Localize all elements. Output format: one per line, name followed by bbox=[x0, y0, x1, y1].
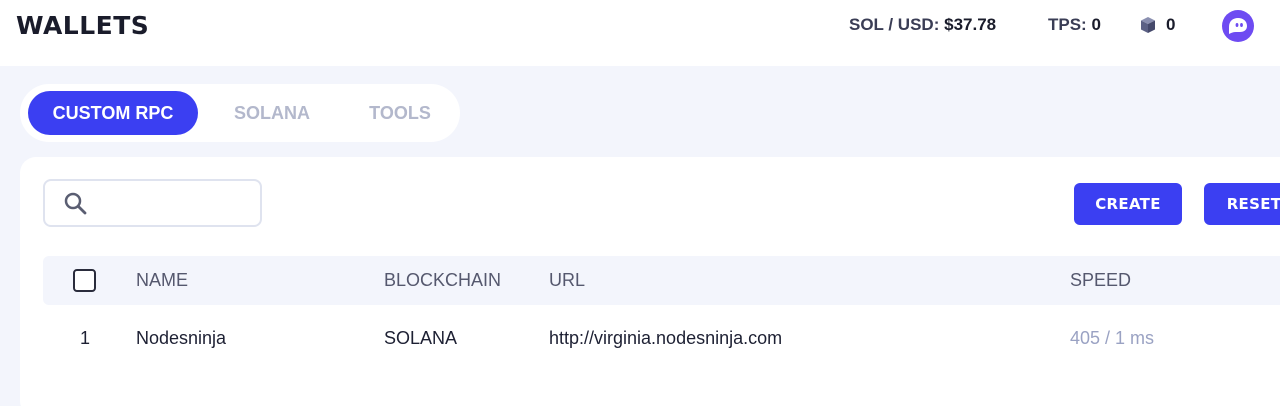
search-icon bbox=[64, 192, 87, 215]
price-label: SOL / USD: bbox=[849, 15, 940, 34]
block-value: 0 bbox=[1166, 15, 1176, 34]
column-header-speed[interactable]: SPEED bbox=[1070, 270, 1131, 291]
block-stat: 0 bbox=[1139, 15, 1175, 35]
row-name: Nodesninja bbox=[136, 328, 227, 348]
select-all-checkbox[interactable] bbox=[73, 269, 96, 292]
tps-label: TPS: bbox=[1048, 15, 1087, 34]
user-avatar[interactable] bbox=[1222, 10, 1254, 42]
row-url: http://virginia.nodesninja.com bbox=[549, 328, 783, 348]
search-box[interactable] bbox=[43, 179, 262, 227]
row-speed: 405 / 1 ms bbox=[1070, 328, 1155, 348]
cube-icon bbox=[1141, 17, 1155, 33]
search-input[interactable] bbox=[97, 194, 247, 212]
ghost-avatar-icon bbox=[1229, 18, 1247, 34]
create-button[interactable]: CREATE bbox=[1074, 183, 1182, 225]
tab-tools[interactable]: TOOLS bbox=[350, 91, 450, 135]
tab-custom-rpc[interactable]: CUSTOM RPC bbox=[28, 91, 198, 135]
column-header-blockchain[interactable]: BLOCKCHAIN bbox=[384, 270, 501, 291]
column-header-name[interactable]: NAME bbox=[136, 270, 188, 291]
row-index: 1 bbox=[80, 328, 91, 348]
sol-usd-price: SOL / USD: $37.78 bbox=[849, 15, 996, 35]
price-value: $37.78 bbox=[944, 15, 997, 34]
tps-value: 0 bbox=[1091, 15, 1101, 34]
top-bar: WALLETS SOL / USD: $37.78 TPS: 0 0 bbox=[0, 0, 1280, 66]
page-title: WALLETS bbox=[16, 11, 150, 40]
tps-stat: TPS: 0 bbox=[1048, 15, 1101, 35]
column-header-url[interactable]: URL bbox=[549, 270, 585, 291]
reset-button[interactable]: RESET bbox=[1204, 183, 1280, 225]
tab-solana[interactable]: SOLANA bbox=[216, 91, 328, 135]
row-blockchain: SOLANA bbox=[384, 328, 458, 348]
tab-bar: CUSTOM RPC SOLANA TOOLS bbox=[20, 84, 460, 142]
